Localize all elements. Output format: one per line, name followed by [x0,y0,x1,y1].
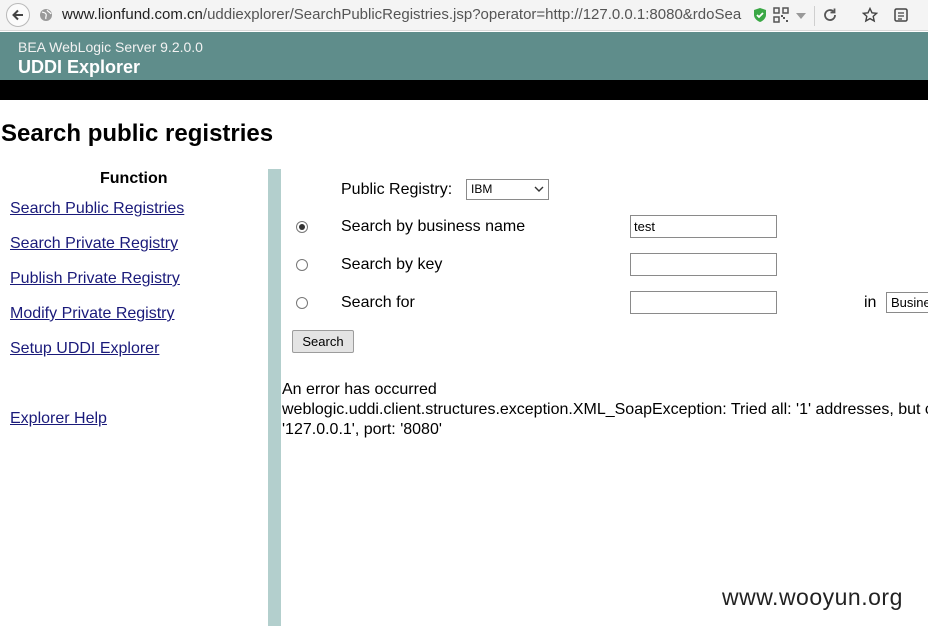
product-name: UDDI Explorer [18,57,141,77]
key-input[interactable] [630,253,777,276]
globe-icon [40,9,52,21]
header-divider-bar [0,80,928,100]
public-registry-label: Public Registry: [341,181,453,198]
search-type-select[interactable]: Busine [886,292,928,313]
search-button[interactable]: Search [292,330,354,353]
search-by-key-label: Search by key [341,256,443,273]
link-search-private-registry[interactable]: Search Private Registry [10,235,178,253]
watermark-text: www.wooyun.org [722,584,903,610]
browser-address-bar: www.lionfund.com.cn/uddiexplorer/SearchP… [0,0,928,31]
radio-search-for[interactable] [296,297,308,309]
dropdown-arrow-icon[interactable] [793,7,809,23]
shield-check-icon[interactable] [752,7,768,23]
back-button[interactable] [6,3,30,27]
search-by-business-name-label: Search by business name [341,218,526,235]
sidebar-heading: Function [100,170,168,187]
link-explorer-help[interactable]: Explorer Help [10,410,107,428]
error-heading: An error has occurred [282,381,437,398]
reload-icon[interactable] [822,7,838,23]
link-modify-private-registry[interactable]: Modify Private Registry [10,305,175,323]
link-setup-uddi-explorer[interactable]: Setup UDDI Explorer [10,340,159,358]
url-field[interactable]: www.lionfund.com.cn/uddiexplorer/SearchP… [62,6,746,24]
in-label: in [864,294,877,311]
error-message: weblogic.uddi.client.structures.exceptio… [282,401,928,418]
public-registry-select[interactable]: IBM [466,179,549,200]
search-for-input[interactable] [630,291,777,314]
page-title: Search public registries [1,120,274,147]
toolbar-separator [814,6,815,26]
link-search-public-registries[interactable]: Search Public Registries [10,200,184,218]
back-arrow-icon [12,9,23,21]
link-publish-private-registry[interactable]: Publish Private Registry [10,270,180,288]
brand-name: BEA WebLogic Server 9.2.0.0 [18,39,203,55]
app-header: BEA WebLogic Server 9.2.0.0 UDDI Explore… [0,32,928,80]
radio-search-by-key[interactable] [296,259,308,271]
reading-list-icon[interactable] [893,7,909,23]
radio-search-by-business-name[interactable] [296,221,308,233]
public-registry-value: IBM [471,182,493,196]
business-name-input[interactable]: test [630,215,777,238]
star-bookmark-icon[interactable] [862,7,878,23]
search-for-label: Search for [341,294,415,311]
error-detail: '127.0.0.1', port: '8080' [282,421,442,438]
chevron-down-icon [534,186,544,192]
sidebar-divider [268,169,281,626]
qr-code-icon[interactable] [773,7,789,23]
